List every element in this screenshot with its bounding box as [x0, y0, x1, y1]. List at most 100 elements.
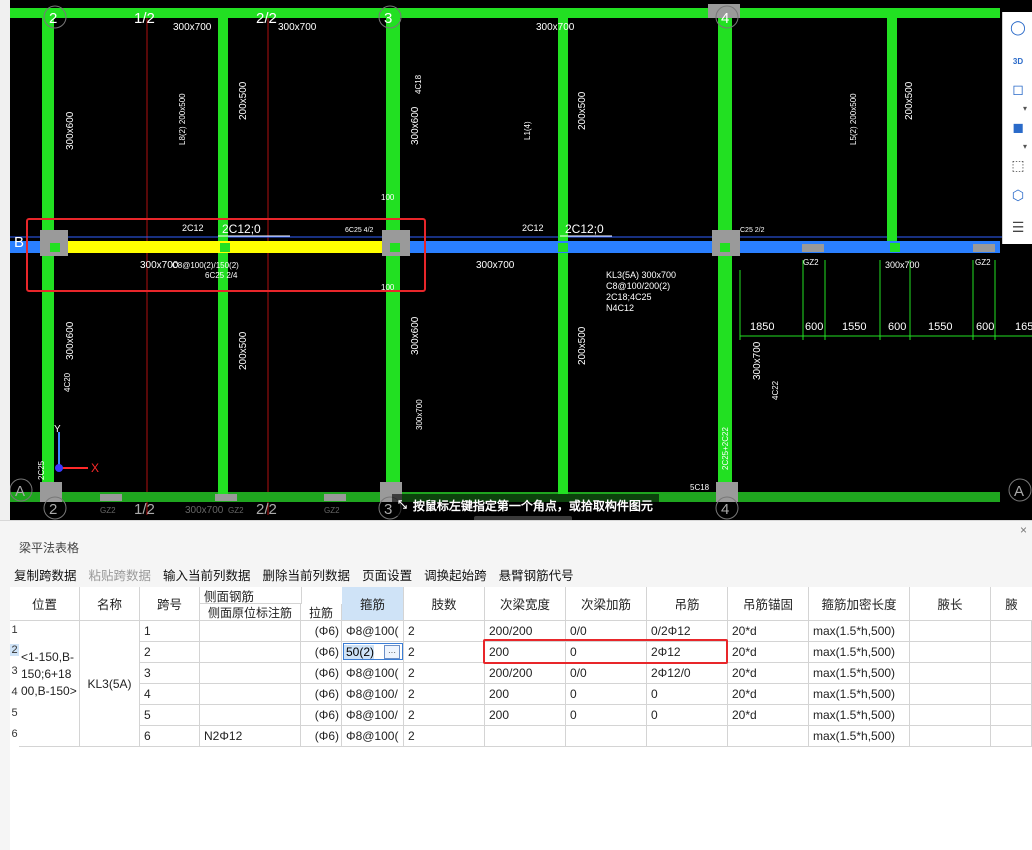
dense-length-cell[interactable]: max(1.5*h,500): [809, 684, 910, 705]
solid-cube-icon[interactable]: ◼: [1006, 116, 1030, 138]
sec-width-cell[interactable]: 200: [485, 684, 566, 705]
chevron-down-icon[interactable]: ▾: [1023, 104, 1031, 113]
span-cell[interactable]: 6: [140, 726, 200, 747]
sec-add-cell[interactable]: 0/0: [566, 663, 647, 684]
hanger-anchor-cell[interactable]: 20*d: [728, 663, 809, 684]
legs-cell[interactable]: 2: [404, 705, 485, 726]
tie-cell[interactable]: (Φ6): [301, 684, 342, 705]
haunch-length-cell[interactable]: [910, 726, 991, 747]
3d-view-icon[interactable]: 3D: [1006, 50, 1030, 72]
stirrup-cell[interactable]: Φ8@100(: [342, 663, 404, 684]
haunch-cell[interactable]: [991, 621, 1032, 642]
side-rebar-cell[interactable]: [200, 663, 301, 684]
hanger-cell[interactable]: 0: [647, 705, 728, 726]
hanger-anchor-cell[interactable]: 20*d: [728, 621, 809, 642]
haunch-length-cell[interactable]: [910, 684, 991, 705]
stirrup-cell[interactable]: Φ8@100/: [342, 705, 404, 726]
tie-cell[interactable]: (Φ6): [301, 621, 342, 642]
name-cell[interactable]: KL3(5A): [80, 621, 140, 747]
cube-view-icon[interactable]: ◻: [1006, 78, 1030, 100]
stirrup-cell[interactable]: Φ8@100(: [342, 726, 404, 747]
haunch-cell[interactable]: [991, 705, 1032, 726]
header-sec-add[interactable]: 次梁加筋: [566, 587, 647, 621]
close-icon[interactable]: ×: [1020, 523, 1027, 537]
haunch-length-cell[interactable]: [910, 621, 991, 642]
dense-length-cell[interactable]: max(1.5*h,500): [809, 642, 910, 663]
swap-start-span-button[interactable]: 调换起始跨: [424, 565, 487, 584]
side-rebar-cell[interactable]: [200, 705, 301, 726]
haunch-length-cell[interactable]: [910, 642, 991, 663]
span-cell[interactable]: 4: [140, 684, 200, 705]
header-name[interactable]: 名称: [80, 587, 140, 621]
hanger-anchor-cell[interactable]: 20*d: [728, 642, 809, 663]
span-cell[interactable]: 5: [140, 705, 200, 726]
tie-cell[interactable]: (Φ6): [301, 642, 342, 663]
legs-cell[interactable]: 2: [404, 684, 485, 705]
hanger-anchor-cell[interactable]: [728, 726, 809, 747]
tie-cell[interactable]: (Φ6): [301, 705, 342, 726]
header-hanger[interactable]: 吊筋: [647, 587, 728, 621]
header-tie[interactable]: 拉筋: [301, 604, 342, 621]
orbit-icon[interactable]: ◯: [1006, 16, 1030, 38]
legs-cell[interactable]: 2: [404, 663, 485, 684]
cantilever-code-button[interactable]: 悬臂钢筋代号: [499, 565, 574, 584]
cad-canvas[interactable]: 2 1/2 2/2 3 4 2 1/2 2/2 3 4 B A A 2C12;0…: [0, 0, 1032, 520]
sec-add-cell[interactable]: 0: [566, 705, 647, 726]
header-sec-width[interactable]: 次梁宽度: [485, 587, 566, 621]
sec-width-cell[interactable]: 200: [485, 705, 566, 726]
header-stirrup[interactable]: 箍筋: [342, 587, 404, 621]
position-cell[interactable]: <1-150,B-150;6+1800,B-150>: [19, 621, 80, 747]
stirrup-cell[interactable]: Φ8@100(: [342, 621, 404, 642]
header-side-rebar[interactable]: 侧面钢筋: [200, 587, 302, 604]
header-legs[interactable]: 肢数: [404, 587, 485, 621]
header-hanger-anchor[interactable]: 吊筋锚固: [728, 587, 809, 621]
hanger-cell[interactable]: 0: [647, 684, 728, 705]
span-cell[interactable]: 1: [140, 621, 200, 642]
legs-cell[interactable]: 2: [404, 642, 485, 663]
sec-add-cell[interactable]: [566, 726, 647, 747]
hanger-cell[interactable]: [647, 726, 728, 747]
select-box-icon[interactable]: ⬚: [1006, 154, 1030, 176]
haunch-cell[interactable]: [991, 663, 1032, 684]
header-dense-length[interactable]: 箍筋加密长度: [809, 587, 910, 621]
span-cell[interactable]: 3: [140, 663, 200, 684]
haunch-cell[interactable]: [991, 642, 1032, 663]
stirrup-cell[interactable]: Φ8@100/: [342, 684, 404, 705]
list-view-icon[interactable]: ☰: [1006, 216, 1030, 238]
legs-cell[interactable]: 2: [404, 621, 485, 642]
dense-length-cell[interactable]: max(1.5*h,500): [809, 663, 910, 684]
side-rebar-cell[interactable]: [200, 684, 301, 705]
dense-length-cell[interactable]: max(1.5*h,500): [809, 705, 910, 726]
input-column-data-button[interactable]: 输入当前列数据: [163, 565, 251, 584]
haunch-cell[interactable]: [991, 726, 1032, 747]
chevron-down-icon[interactable]: ▾: [1023, 142, 1031, 151]
hanger-cell[interactable]: 2Φ12/0: [647, 663, 728, 684]
sec-width-cell[interactable]: 200/200: [485, 663, 566, 684]
side-rebar-cell[interactable]: N2Φ12: [200, 726, 301, 747]
hanger-anchor-cell[interactable]: 20*d: [728, 705, 809, 726]
sec-width-cell[interactable]: [485, 726, 566, 747]
header-haunch-length[interactable]: 腋长: [910, 587, 991, 621]
delete-column-data-button[interactable]: 删除当前列数据: [263, 565, 351, 584]
component-cube-icon[interactable]: ⬡: [1006, 184, 1030, 206]
stirrup-edit-input[interactable]: 50(2) ···: [343, 643, 403, 660]
tie-cell[interactable]: (Φ6): [301, 663, 342, 684]
side-rebar-cell[interactable]: [200, 621, 301, 642]
sec-add-cell[interactable]: 0: [566, 684, 647, 705]
dense-length-cell[interactable]: max(1.5*h,500): [809, 621, 910, 642]
copy-span-data-button[interactable]: 复制跨数据: [14, 565, 77, 584]
page-setup-button[interactable]: 页面设置: [362, 565, 412, 584]
cad-drawing[interactable]: 2 1/2 2/2 3 4 2 1/2 2/2 3 4 B A A 2C12;0…: [0, 0, 1032, 520]
hanger-anchor-cell[interactable]: 20*d: [728, 684, 809, 705]
header-position[interactable]: 位置: [10, 587, 80, 621]
haunch-cell[interactable]: [991, 684, 1032, 705]
side-rebar-cell[interactable]: [200, 642, 301, 663]
legs-cell[interactable]: 2: [404, 726, 485, 747]
dense-length-cell[interactable]: max(1.5*h,500): [809, 726, 910, 747]
beam-table[interactable]: 位置 名称 跨号 侧面钢筋 侧面原位标注筋 拉筋 箍筋 肢数 次梁宽度 次梁加筋…: [10, 587, 1032, 850]
tie-cell[interactable]: (Φ6): [301, 726, 342, 747]
header-span[interactable]: 跨号: [140, 587, 200, 621]
paste-span-data-button[interactable]: 粘贴跨数据: [89, 565, 152, 584]
ellipsis-button[interactable]: ···: [384, 645, 400, 659]
haunch-length-cell[interactable]: [910, 705, 991, 726]
